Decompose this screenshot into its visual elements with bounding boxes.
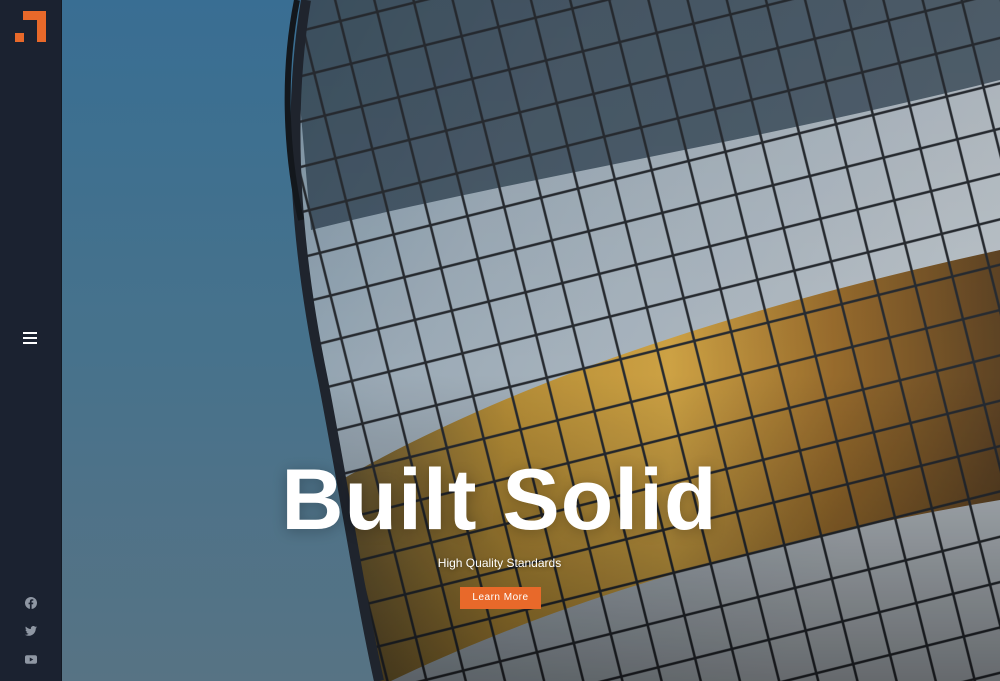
page: Built Solid High Quality Standards Learn… (0, 0, 1000, 681)
menu-toggle-button[interactable] (18, 326, 42, 350)
hero-section: Built Solid High Quality Standards Learn… (61, 0, 1000, 681)
sidebar (0, 0, 62, 681)
stair-step-logo-icon (15, 11, 46, 42)
facebook-link[interactable] (0, 597, 61, 609)
youtube-link[interactable] (0, 655, 61, 664)
learn-more-button[interactable]: Learn More (460, 587, 541, 609)
hero-background-image (61, 0, 1000, 681)
twitter-icon (24, 626, 37, 636)
hamburger-menu-icon (23, 332, 37, 344)
facebook-icon (24, 597, 37, 609)
youtube-icon (24, 655, 37, 664)
twitter-link[interactable] (0, 626, 61, 636)
logo[interactable] (15, 11, 46, 42)
